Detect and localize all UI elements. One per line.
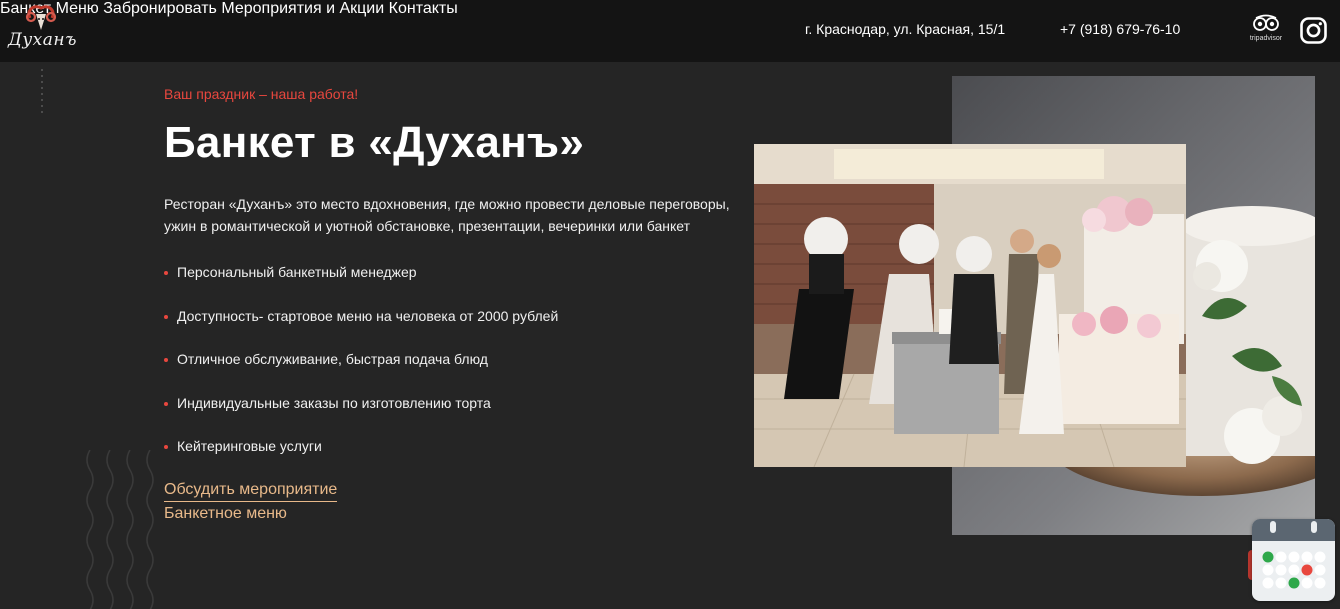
calendar-widget-button[interactable] <box>1252 519 1335 601</box>
feature-text: Кейтеринговые услуги <box>177 438 322 454</box>
site-header: Духанъ Банкет Меню Забронировать Меропри… <box>0 0 1340 62</box>
logo[interactable]: Духанъ <box>8 4 77 58</box>
nav-item-contacts[interactable]: Контакты <box>389 0 458 17</box>
header-address[interactable]: г. Краснодар, ул. Красная, 15/1 <box>805 21 1005 37</box>
bullet-dot-icon <box>164 271 168 275</box>
tripadvisor-label: tripadvisor <box>1249 35 1283 42</box>
discuss-event-link[interactable]: Обсудить мероприятие <box>164 481 338 502</box>
main-nav: Банкет Меню Забронировать Мероприятия и … <box>0 0 1340 18</box>
banquet-menu-link[interactable]: Банкетное меню <box>164 505 287 523</box>
page-title: Банкет в «Духанъ» <box>164 118 585 167</box>
feature-text: Индивидуальные заказы по изготовлению то… <box>177 395 491 411</box>
feature-text: Доступность- стартовое меню на человека … <box>177 308 559 324</box>
instagram-icon <box>1300 17 1327 44</box>
calendar-icon <box>1252 519 1335 589</box>
banquet-photo-illustration <box>754 144 1186 467</box>
banquet-photo <box>754 144 1186 467</box>
bullet-dot-icon <box>164 358 168 362</box>
hero-description: Ресторан «Духанъ» это место вдохновения,… <box>164 196 730 234</box>
feature-text: Персональный банкетный менеджер <box>177 264 417 280</box>
tripadvisor-owl-icon <box>1253 14 1279 31</box>
logo-text: Духанъ <box>8 30 77 50</box>
bullet-dot-icon <box>164 315 168 319</box>
bullet-dot-icon <box>164 402 168 406</box>
header-phone[interactable]: +7 (918) 679-76-10 <box>1060 21 1180 37</box>
nav-item-events[interactable]: Мероприятия и Акции <box>221 0 384 17</box>
tripadvisor-link[interactable]: tripadvisor <box>1244 14 1288 46</box>
decorative-dots <box>41 69 43 113</box>
bullet-dot-icon <box>164 445 168 449</box>
instagram-link[interactable] <box>1300 17 1327 44</box>
nav-item-reserve[interactable]: Забронировать <box>103 0 217 17</box>
decorative-waves <box>86 450 154 609</box>
ram-logo-icon <box>25 5 57 30</box>
hero-tagline: Ваш праздник – наша работа! <box>164 86 359 102</box>
feature-text: Отличное обслуживание, быстрая подача бл… <box>177 351 488 367</box>
